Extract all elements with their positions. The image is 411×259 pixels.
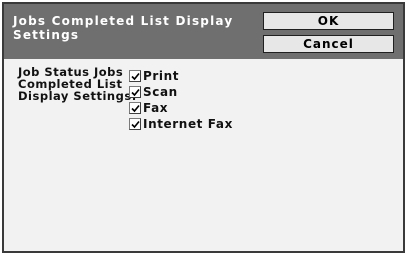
option-scan[interactable]: Scan	[129, 85, 178, 99]
fax-checkbox[interactable]	[129, 102, 141, 114]
internet-fax-checkbox[interactable]	[129, 118, 141, 130]
settings-label: Job Status Jobs Completed List Display S…	[18, 65, 137, 103]
ok-button[interactable]: OK	[263, 12, 394, 30]
header-bar: Jobs Completed List Display Settings OK …	[4, 4, 403, 59]
option-fax[interactable]: Fax	[129, 101, 168, 115]
checkmark-icon	[131, 120, 140, 129]
option-internet-fax[interactable]: Internet Fax	[129, 117, 233, 131]
scan-checkbox[interactable]	[129, 86, 141, 98]
internet-fax-label: Internet Fax	[143, 117, 233, 131]
print-label: Print	[143, 69, 180, 83]
checkmark-icon	[131, 72, 140, 81]
settings-screen: Jobs Completed List Display Settings OK …	[2, 2, 405, 253]
scan-label: Scan	[143, 85, 178, 99]
checkmark-icon	[131, 104, 140, 113]
cancel-button[interactable]: Cancel	[263, 35, 394, 53]
settings-body: Job Status Jobs Completed List Display S…	[4, 59, 403, 251]
fax-label: Fax	[143, 101, 169, 115]
dialog-title: Jobs Completed List Display Settings	[13, 14, 234, 42]
print-checkbox[interactable]	[129, 70, 141, 82]
checkmark-icon	[131, 88, 140, 97]
option-print[interactable]: Print	[129, 69, 179, 83]
